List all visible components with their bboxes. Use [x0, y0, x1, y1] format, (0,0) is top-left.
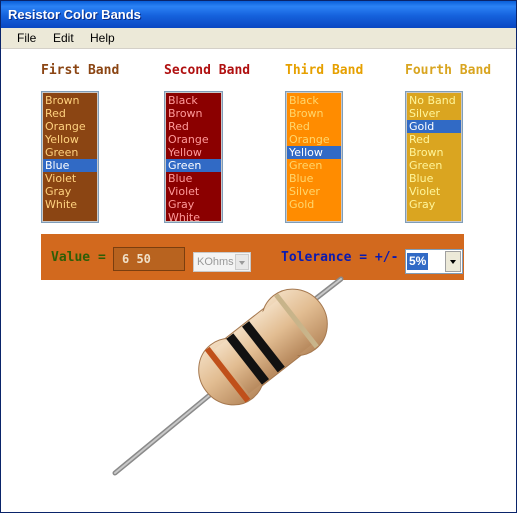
- menu-edit[interactable]: Edit: [53, 31, 74, 45]
- band-option[interactable]: White: [43, 198, 97, 211]
- band-option[interactable]: Silver: [407, 107, 461, 120]
- band-option[interactable]: Red: [407, 133, 461, 146]
- band-option[interactable]: Yellow: [43, 133, 97, 146]
- band-option[interactable]: Green: [407, 159, 461, 172]
- band-option[interactable]: Gold: [407, 120, 461, 133]
- band-option[interactable]: Silver: [287, 185, 341, 198]
- window-title: Resistor Color Bands: [8, 7, 141, 22]
- second-band-list[interactable]: Black Brown Red Orange Yellow Green Blue Violet…: [164, 91, 223, 224]
- band-option[interactable]: Orange: [43, 120, 97, 133]
- band-option[interactable]: Brown: [407, 146, 461, 159]
- first-band-list[interactable]: Brown Red Orange Yellow Green Blue Violet Gray W…: [41, 91, 99, 223]
- title-bar[interactable]: Resistor Color Bands: [1, 1, 516, 28]
- band-option[interactable]: Blue: [43, 159, 97, 172]
- band-option[interactable]: Green: [287, 159, 341, 172]
- band-option[interactable]: Gray: [166, 198, 221, 211]
- unit-select-value: KOhms: [197, 256, 234, 268]
- first-band-title: First Band: [41, 63, 120, 78]
- band-option[interactable]: Red: [166, 120, 221, 133]
- band-option[interactable]: Black: [166, 94, 221, 107]
- band-option[interactable]: White: [166, 211, 221, 224]
- band-option[interactable]: Gray: [43, 185, 97, 198]
- value-display: 6 50: [113, 247, 185, 271]
- band-option[interactable]: Brown: [287, 107, 341, 120]
- band-option[interactable]: Red: [43, 107, 97, 120]
- second-band-title: Second Band: [164, 63, 251, 78]
- app-window: Resistor Color Bands File Edit Help Firs…: [0, 0, 517, 513]
- band-option[interactable]: Violet: [407, 185, 461, 198]
- band-option[interactable]: Brown: [166, 107, 221, 120]
- chevron-down-icon: [239, 261, 245, 265]
- band-option[interactable]: Blue: [407, 172, 461, 185]
- band-option[interactable]: Black: [287, 94, 341, 107]
- resistor-lead-bottom-highlight: [114, 388, 218, 474]
- tolerance-dropdown-button[interactable]: [445, 251, 461, 272]
- tolerance-select-value: 5%: [407, 253, 429, 270]
- third-band-title: Third Band: [285, 63, 364, 78]
- tolerance-label: Tolerance = +/-: [281, 250, 399, 265]
- unit-dropdown-button[interactable]: [235, 254, 249, 270]
- menu-help[interactable]: Help: [90, 31, 115, 45]
- unit-select[interactable]: KOhms: [193, 252, 251, 272]
- band-option[interactable]: Blue: [287, 172, 341, 185]
- fourth-band-title: Fourth Band: [405, 63, 492, 78]
- band-option[interactable]: Green: [43, 146, 97, 159]
- band-option[interactable]: Green: [166, 159, 221, 172]
- band-option[interactable]: Orange: [166, 133, 221, 146]
- band-option[interactable]: Orange: [287, 133, 341, 146]
- chevron-down-icon: [450, 260, 456, 264]
- band-option[interactable]: Blue: [166, 172, 221, 185]
- band-option[interactable]: Violet: [166, 185, 221, 198]
- band-option[interactable]: Violet: [43, 172, 97, 185]
- value-label: Value =: [51, 250, 106, 265]
- band-option[interactable]: Yellow: [287, 146, 341, 159]
- menu-bar: File Edit Help: [1, 28, 516, 49]
- menu-file[interactable]: File: [17, 31, 36, 45]
- band-option[interactable]: Red: [287, 120, 341, 133]
- band-option[interactable]: No Band: [407, 94, 461, 107]
- band-option[interactable]: Yellow: [166, 146, 221, 159]
- band-option[interactable]: Gray: [407, 198, 461, 211]
- band-option[interactable]: Gold: [287, 198, 341, 211]
- fourth-band-list[interactable]: No Band Silver Gold Red Brown Green Blue Violet…: [405, 91, 463, 223]
- band-option[interactable]: Brown: [43, 94, 97, 107]
- resistor-image: [112, 276, 344, 476]
- tolerance-select[interactable]: 5%: [405, 249, 463, 274]
- third-band-list[interactable]: Black Brown Red Orange Yellow Green Blue Silver…: [285, 91, 343, 223]
